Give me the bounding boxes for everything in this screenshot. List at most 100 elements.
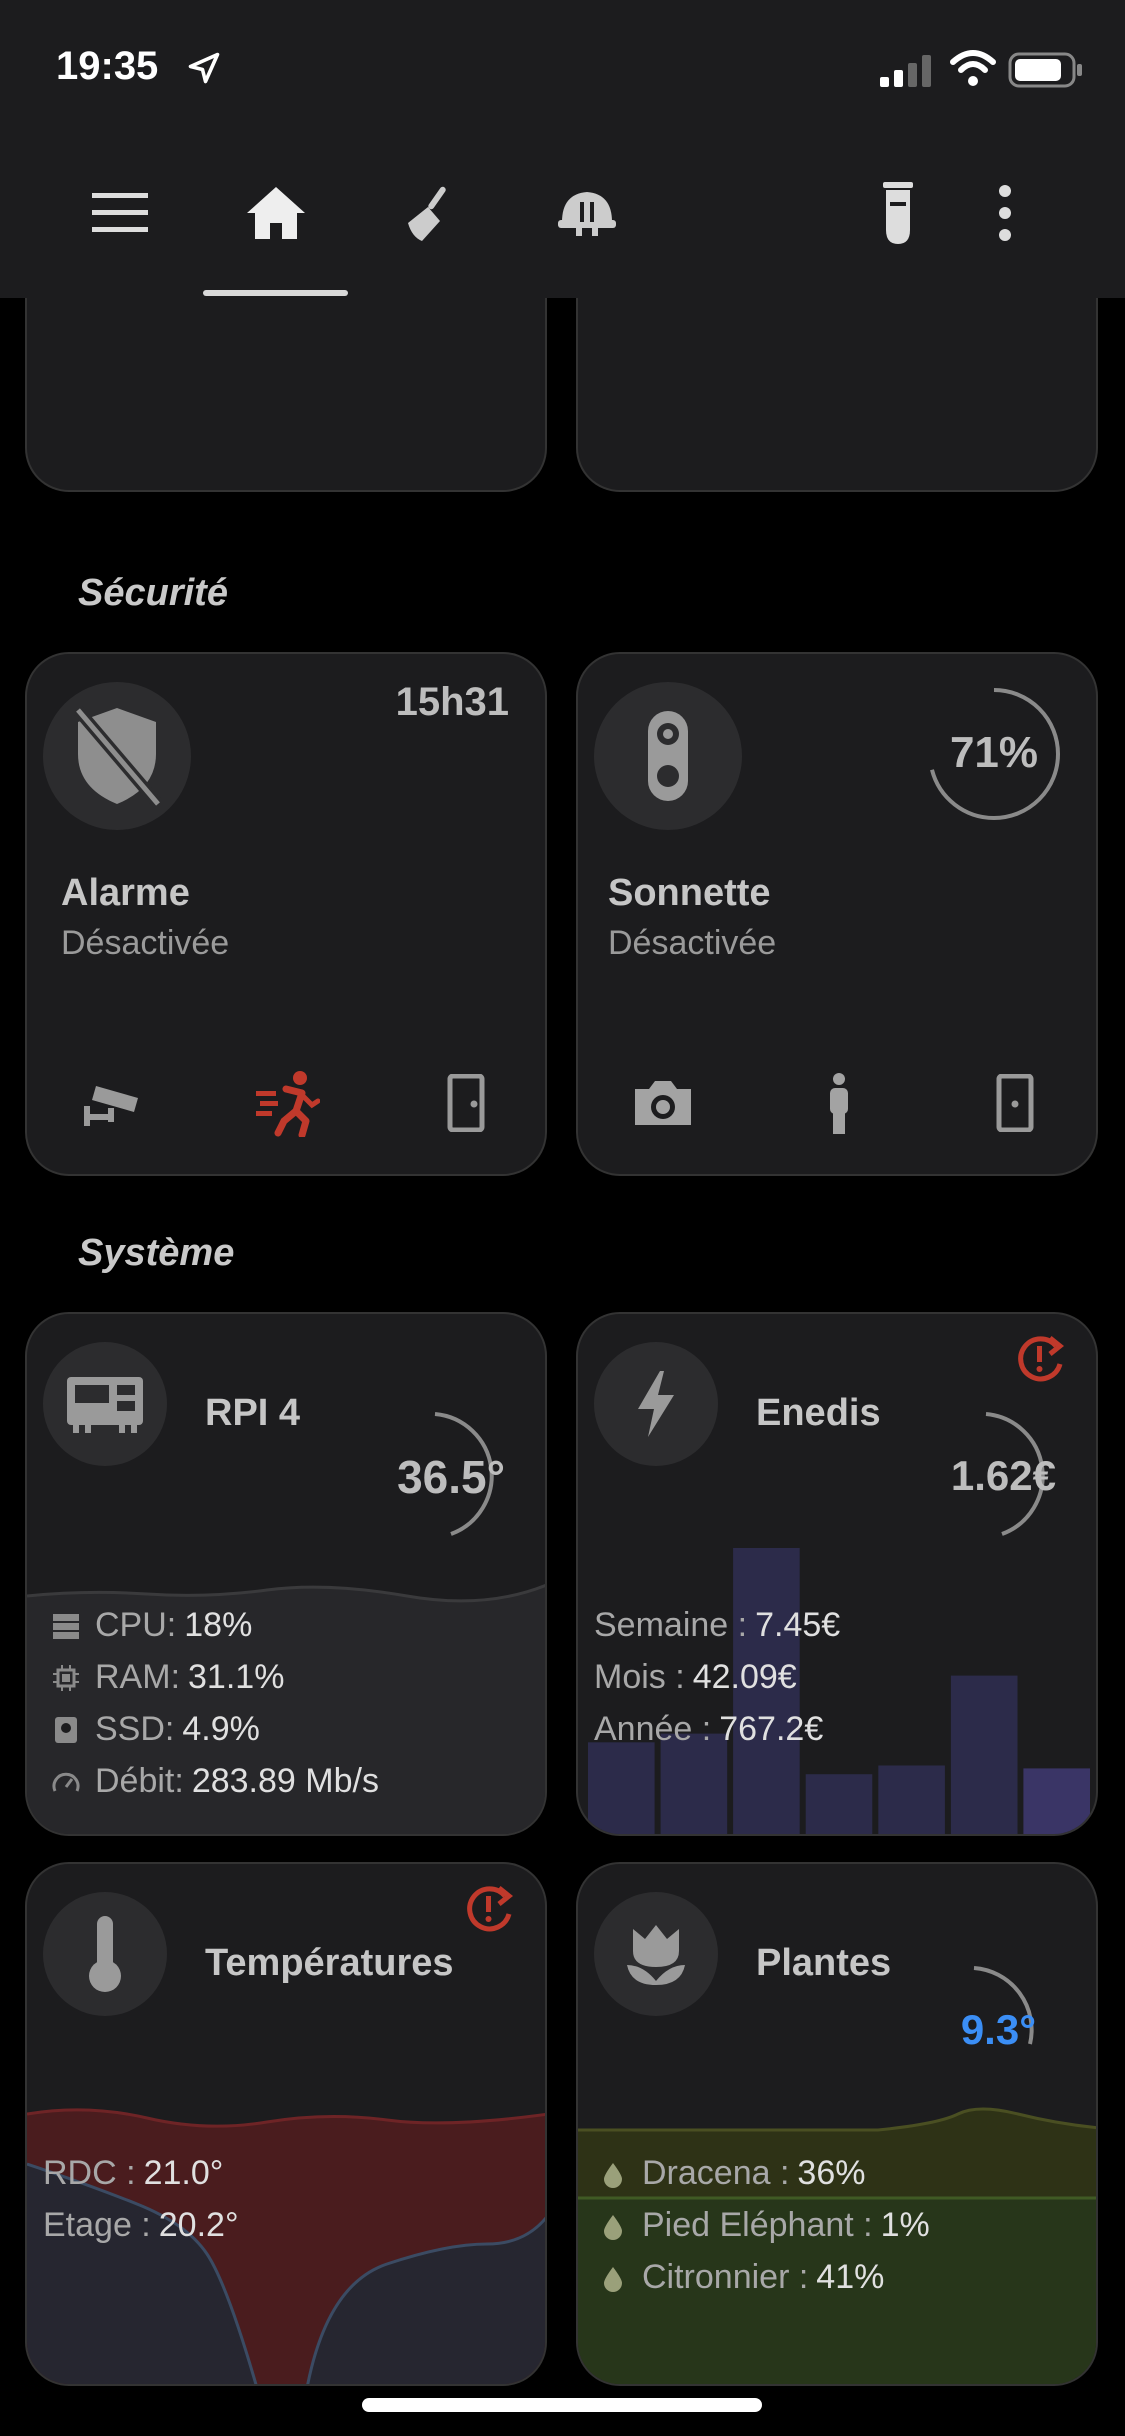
alarm-door-button[interactable] (431, 1068, 501, 1138)
more-button[interactable] (960, 168, 1050, 258)
doorbell-icon (648, 711, 688, 801)
section-title-system: Système (78, 1232, 235, 1274)
citronnier-label: Citronnier (642, 2258, 790, 2296)
etage-value: 20.2° (158, 2206, 239, 2244)
enedis-bar (878, 1765, 945, 1834)
enedis-icon-circle (594, 1342, 718, 1466)
section-title-security: Sécurité (78, 572, 228, 614)
enedis-title: Enedis (756, 1392, 881, 1434)
door-icon (996, 1074, 1034, 1132)
plants-title: Plantes (756, 1942, 892, 1984)
doorbell-camera-button[interactable] (628, 1068, 698, 1138)
test-tube-button[interactable] (853, 168, 943, 258)
enedis-card[interactable]: Enedis 1.62€ Semaine : 7.45€ Mois : 42.0… (576, 1312, 1098, 1836)
pied-elephant-label: Pied Eléphant (642, 2206, 854, 2244)
alarm-card[interactable]: 15h31 Alarme Désactivée (25, 652, 547, 1176)
rpi-card[interactable]: RPI 4 36.5° CPU : 18% RAM : 31.1% SSD : … (25, 1312, 547, 1836)
plant-pied-elephant: Pied Eléphant : 1% (598, 2206, 930, 2245)
menu-icon (92, 193, 148, 232)
enedis-bar (1023, 1768, 1090, 1834)
refresh-alert-icon (1018, 1336, 1065, 1382)
rpi-icon-circle (43, 1342, 167, 1466)
cctv-icon (84, 1086, 138, 1126)
temperatures-card[interactable]: Températures RDC : 21.0° Etage : 20.2° (25, 1862, 547, 2386)
tab-helmet[interactable] (542, 168, 632, 258)
rpi-ram-value: 31.1% (188, 1658, 285, 1696)
doorbell-door-button[interactable] (980, 1068, 1050, 1138)
enedis-stat-month: Mois : 42.09€ (594, 1658, 797, 1696)
plants-value: 9.3° (960, 2006, 1036, 2053)
etage-label: Etage (43, 2206, 132, 2244)
status-time: 19:35 (56, 44, 159, 88)
enedis-value: 1.62€ (950, 1452, 1056, 1499)
enedis-stat-week: Semaine : 7.45€ (594, 1606, 841, 1644)
rdc-label: RDC (43, 2154, 117, 2192)
more-vertical-icon (999, 185, 1011, 241)
rpi-stat-ssd: SSD : 4.9% (51, 1710, 260, 1749)
doorbell-person-button[interactable] (804, 1068, 874, 1138)
home-indicator (362, 2398, 762, 2412)
water-drop-icon (604, 2266, 622, 2292)
rpi-stat-cpu: CPU : 18% (51, 1606, 252, 1645)
enedis-month-label: Mois (594, 1658, 666, 1696)
alarm-time: 15h31 (395, 680, 509, 724)
alarm-title: Alarme (61, 872, 190, 914)
door-icon (447, 1074, 485, 1132)
enedis-refresh-alert-button[interactable] (1016, 1334, 1072, 1391)
doorbell-percent: 71% (949, 728, 1039, 777)
top-bar: 19:35 (0, 0, 1125, 298)
rpi-ssd-value: 4.9% (182, 1710, 260, 1748)
shield-off-icon (73, 706, 162, 808)
enedis-stat-year: Année : 767.2€ (594, 1710, 824, 1748)
battery-icon (1008, 52, 1082, 88)
pied-elephant-value: 1% (880, 2206, 930, 2244)
menu-button[interactable] (75, 168, 165, 258)
doorbell-status: Désactivée (608, 924, 777, 962)
gauge-icon (52, 1772, 80, 1792)
home-icon (247, 187, 305, 239)
rdc-value: 21.0° (143, 2154, 224, 2192)
lightning-bolt-icon (638, 1371, 674, 1437)
chip-icon (53, 1664, 79, 1691)
temperature-wave-chart (27, 2108, 545, 2384)
tab-home[interactable] (231, 168, 321, 258)
enedis-bar (805, 1774, 873, 1834)
plant-dracena: Dracena : 36% (598, 2154, 865, 2193)
tulip-icon (627, 1925, 685, 1985)
rpi-stat-ram: RAM : 31.1% (51, 1658, 284, 1697)
tab-cleaning[interactable] (385, 168, 475, 258)
temperatures-refresh-alert-button[interactable] (465, 1884, 521, 1941)
enedis-week-value: 7.45€ (755, 1606, 841, 1644)
doorbell-title: Sonnette (608, 872, 771, 914)
alarm-intrusion-button[interactable] (253, 1068, 323, 1138)
plants-card[interactable]: Plantes 9.3° Dracena : 36% Pied Eléphant… (576, 1862, 1098, 2386)
rpi-temperature: 36.5° (397, 1451, 505, 1503)
enedis-bar (588, 1742, 655, 1834)
enedis-year-value: 767.2€ (719, 1710, 824, 1748)
enedis-bar (950, 1675, 1018, 1834)
rpi-cpu-label: CPU (95, 1606, 167, 1644)
cellular-signal-icon (880, 55, 931, 87)
water-drop-icon (604, 2214, 622, 2240)
dracena-label: Dracena (642, 2154, 771, 2192)
alarm-status: Désactivée (61, 924, 230, 962)
rpi-ram-label: RAM (95, 1658, 171, 1696)
camera-icon (635, 1081, 691, 1125)
doorbell-card[interactable]: 71% Sonnette Désactivée (576, 652, 1098, 1176)
alarm-cctv-button[interactable] (79, 1068, 149, 1138)
temperatures-title: Températures (205, 1942, 454, 1984)
rpi-stat-throughput: Débit: 283.89 Mb/s (51, 1762, 379, 1801)
temperatures-icon-circle (43, 1892, 167, 2016)
running-person-icon (256, 1071, 320, 1137)
cleaning-icon (408, 186, 446, 241)
citronnier-value: 41% (816, 2258, 885, 2296)
alarm-icon-circle (43, 682, 191, 830)
thermometer-icon (89, 1916, 121, 1992)
water-drop-icon (604, 2162, 622, 2188)
plant-citronnier: Citronnier : 41% (598, 2258, 884, 2297)
refresh-alert-icon (467, 1886, 514, 1932)
disk-icon (55, 1716, 77, 1743)
enedis-year-label: Année (594, 1710, 693, 1748)
helmet-icon (558, 192, 616, 236)
rpi-ssd-label: SSD (95, 1710, 165, 1748)
